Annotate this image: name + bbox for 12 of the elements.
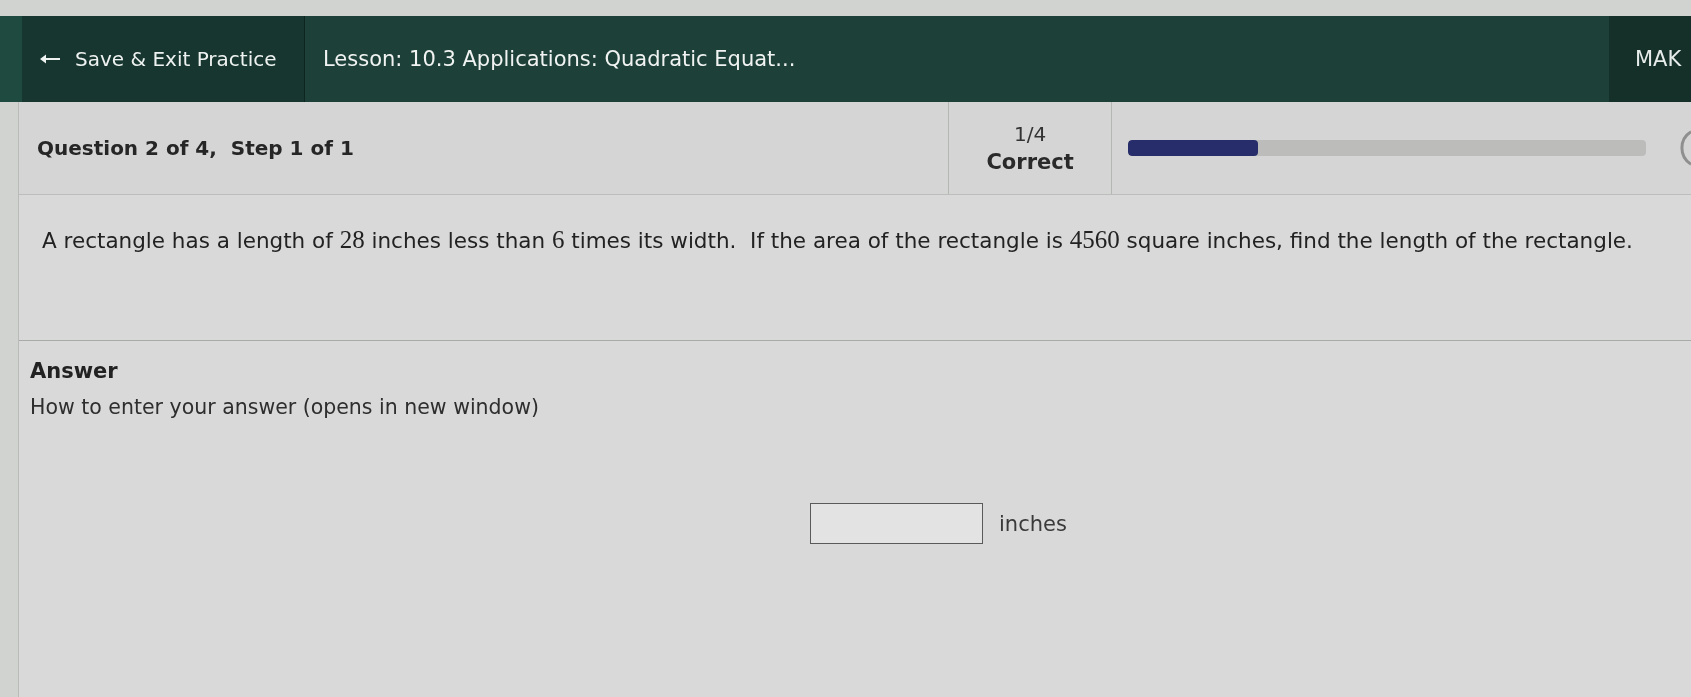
- top-bar-button[interactable]: MAK: [1609, 16, 1691, 102]
- save-exit-button[interactable]: Save & Exit Practice: [22, 16, 305, 102]
- left-arrow-icon: [40, 54, 60, 64]
- question-position: Question 2 of 4, Step 1 of 1: [36, 135, 355, 162]
- question-text: A rectangle has a length of 28 inches less than 6 times its width. If the area of the rectangle is 4560 square inches, find the length of the rectangle.: [42, 226, 1633, 254]
- score-label: Correct: [986, 150, 1074, 174]
- help-link[interactable]: How to enter your answer (opens in new window): [30, 395, 539, 419]
- score-count: 1/4: [1014, 122, 1047, 146]
- lesson-title: Lesson: 10.3 Applications: Quadratic Equat...: [323, 47, 796, 71]
- unit-label: inches: [999, 511, 1067, 536]
- answer-heading: Answer: [30, 359, 118, 383]
- answer-field[interactable]: [810, 503, 983, 544]
